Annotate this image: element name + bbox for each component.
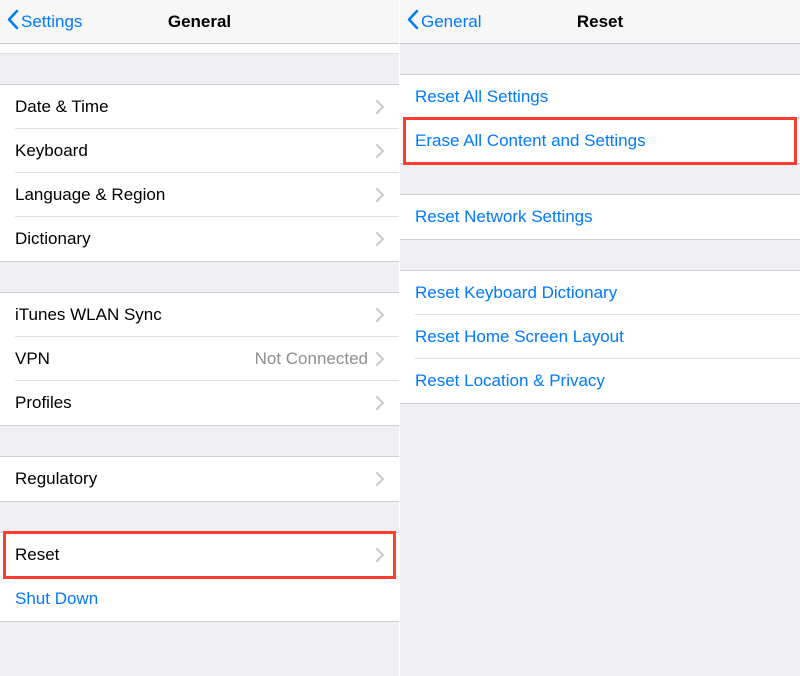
group-reset-other: Reset Keyboard Dictionary Reset Home Scr… (400, 270, 800, 404)
row-language-region[interactable]: Language & Region (0, 173, 399, 217)
spacer (400, 44, 800, 74)
back-label: General (421, 12, 481, 32)
chevron-right-icon (376, 548, 384, 562)
row-label: Keyboard (15, 141, 376, 161)
chevron-right-icon (376, 100, 384, 114)
spacer (0, 426, 399, 456)
row-label: Date & Time (15, 97, 376, 117)
navbar-general: Settings General (0, 0, 399, 44)
row-dictionary[interactable]: Dictionary (0, 217, 399, 261)
row-vpn[interactable]: VPN Not Connected (0, 337, 399, 381)
general-content: Date & Time Keyboard Language & Region D… (0, 44, 399, 676)
group-reset-all: Reset All Settings Erase All Content and… (400, 74, 800, 164)
chevron-left-icon (406, 9, 421, 35)
row-reset-network-settings[interactable]: Reset Network Settings (400, 195, 800, 239)
row-label: Reset Location & Privacy (415, 371, 785, 391)
chevron-right-icon (376, 144, 384, 158)
row-label: Shut Down (15, 589, 384, 609)
row-label: Reset All Settings (415, 87, 785, 107)
spacer (400, 164, 800, 194)
group-localization: Date & Time Keyboard Language & Region D… (0, 84, 399, 262)
chevron-right-icon (376, 232, 384, 246)
row-label: Regulatory (15, 469, 376, 489)
row-label: Reset Network Settings (415, 207, 785, 227)
group-regulatory: Regulatory (0, 456, 399, 502)
reset-content: Reset All Settings Erase All Content and… (400, 44, 800, 676)
spacer (0, 54, 399, 84)
chevron-right-icon (376, 396, 384, 410)
row-date-time[interactable]: Date & Time (0, 85, 399, 129)
back-to-general[interactable]: General (406, 0, 481, 44)
spacer (0, 502, 399, 532)
back-label: Settings (21, 12, 82, 32)
row-label: Reset (15, 545, 376, 565)
chevron-right-icon (376, 308, 384, 322)
row-shut-down[interactable]: Shut Down (0, 577, 399, 621)
row-label: Erase All Content and Settings (415, 131, 785, 151)
reset-settings-pane: General Reset Reset All Settings Erase A… (400, 0, 800, 676)
row-label: Reset Keyboard Dictionary (415, 283, 785, 303)
row-erase-all-content[interactable]: Erase All Content and Settings (400, 119, 800, 163)
row-reset-location-privacy[interactable]: Reset Location & Privacy (400, 359, 800, 403)
group-sync-network: iTunes WLAN Sync VPN Not Connected Profi… (0, 292, 399, 426)
partial-previous-row (0, 44, 399, 54)
general-settings-pane: Settings General Date & Time Keyboard La… (0, 0, 400, 676)
navbar-reset: General Reset (400, 0, 800, 44)
row-keyboard[interactable]: Keyboard (0, 129, 399, 173)
row-label: iTunes WLAN Sync (15, 305, 376, 325)
row-profiles[interactable]: Profiles (0, 381, 399, 425)
row-label: VPN (15, 349, 255, 369)
row-reset[interactable]: Reset (0, 533, 399, 577)
chevron-right-icon (376, 352, 384, 366)
group-reset-shutdown: Reset Shut Down (0, 532, 399, 622)
row-label: Language & Region (15, 185, 376, 205)
row-label: Reset Home Screen Layout (415, 327, 785, 347)
row-detail: Not Connected (255, 349, 368, 369)
row-itunes-wlan-sync[interactable]: iTunes WLAN Sync (0, 293, 399, 337)
row-regulatory[interactable]: Regulatory (0, 457, 399, 501)
chevron-right-icon (376, 188, 384, 202)
spacer (400, 240, 800, 270)
group-reset-network: Reset Network Settings (400, 194, 800, 240)
row-reset-home-screen-layout[interactable]: Reset Home Screen Layout (400, 315, 800, 359)
row-reset-all-settings[interactable]: Reset All Settings (400, 75, 800, 119)
row-reset-keyboard-dictionary[interactable]: Reset Keyboard Dictionary (400, 271, 800, 315)
row-label: Profiles (15, 393, 376, 413)
chevron-right-icon (376, 472, 384, 486)
spacer (0, 262, 399, 292)
chevron-left-icon (6, 9, 21, 35)
row-label: Dictionary (15, 229, 376, 249)
back-to-settings[interactable]: Settings (6, 0, 82, 44)
screenshot-container: Settings General Date & Time Keyboard La… (0, 0, 800, 676)
